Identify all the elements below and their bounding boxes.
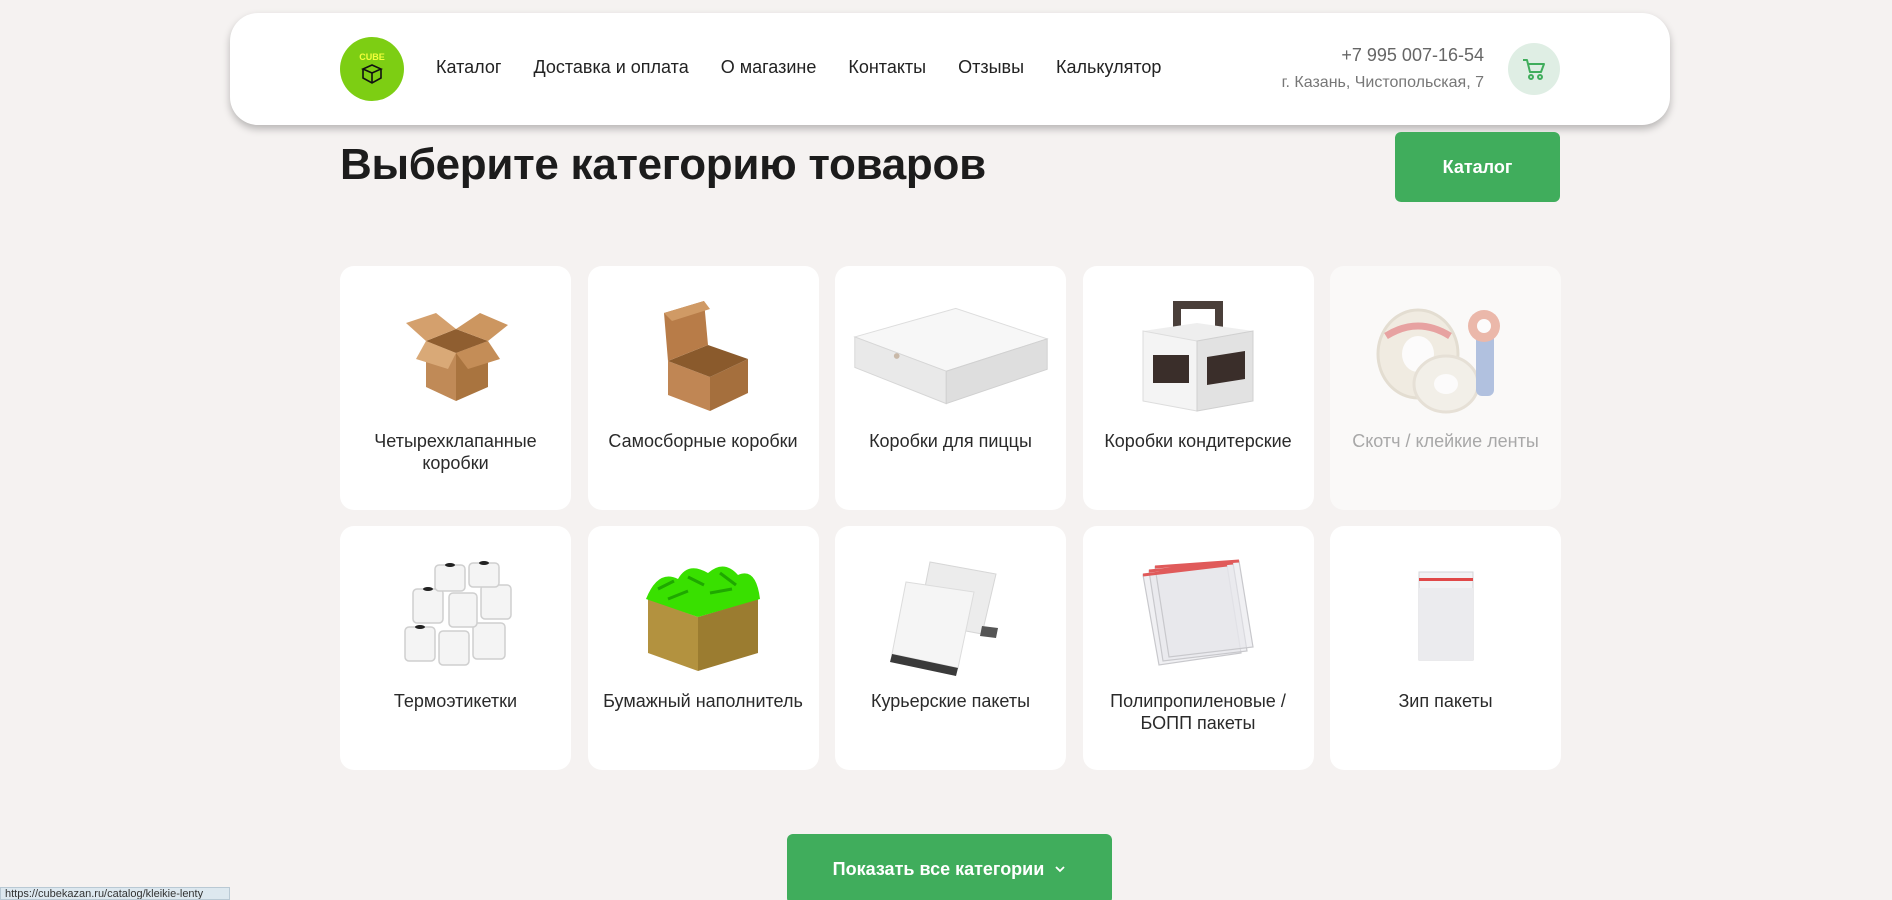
nav-delivery[interactable]: Доставка и оплата	[533, 57, 688, 78]
category-label: Самосборные коробки	[608, 431, 798, 451]
nav-contacts[interactable]: Контакты	[848, 57, 926, 78]
cart-icon	[1523, 59, 1545, 80]
category-label: Полипропиленовые / БОПП пакеты	[1110, 691, 1286, 733]
category-card[interactable]: Курьерские пакеты	[835, 526, 1066, 770]
zip-bag-icon	[1346, 556, 1546, 676]
category-label: Зип пакеты	[1398, 691, 1493, 711]
page-title: Выберите категорию товаров	[340, 140, 986, 189]
category-card[interactable]: Термоэтикетки	[340, 526, 571, 770]
show-all-label: Показать все категории	[832, 858, 1045, 879]
paper-filler-icon	[603, 556, 803, 676]
category-label: Коробки кондитерские	[1104, 431, 1292, 451]
category-card[interactable]: Самосборные коробки	[587, 266, 819, 510]
category-label: Курьерские пакеты	[870, 691, 1031, 711]
category-card[interactable]: Коробки кондитерские	[1082, 266, 1314, 510]
status-bar-url: https://cubekazan.ru/catalog/kleikie-len…	[0, 887, 230, 900]
cake-box-icon	[1098, 296, 1298, 416]
phone-link[interactable]: +7 995 007-16-54	[1282, 45, 1484, 66]
category-card[interactable]: Полипропиленовые / БОПП пакеты	[1082, 526, 1314, 770]
category-card[interactable]: Скотч / клейкие ленты	[1330, 266, 1561, 510]
nav-catalog[interactable]: Каталог	[436, 57, 501, 78]
pizza-box-icon	[851, 296, 1051, 416]
bopp-bags-icon	[1098, 556, 1298, 676]
category-label: Скотч / клейкие ленты	[1352, 431, 1539, 451]
cart-button[interactable]	[1508, 43, 1560, 95]
catalog-button[interactable]: Каталог	[1395, 132, 1560, 202]
category-grid: Четырехклапанные коробки Самосборные кор…	[340, 266, 1561, 770]
tape-icon	[1346, 296, 1546, 416]
main-nav: Каталог Доставка и оплата О магазине Кон…	[436, 57, 1193, 78]
category-card[interactable]: Зип пакеты	[1330, 526, 1561, 770]
category-card[interactable]: Бумажный наполнитель	[587, 526, 819, 770]
nav-reviews[interactable]: Отзывы	[958, 57, 1024, 78]
logo-text: CUBE	[359, 52, 385, 62]
category-card[interactable]: Четырехклапанные коробки	[340, 266, 571, 510]
contacts-block: +7 995 007-16-54 г. Казань, Чистопольска…	[1282, 45, 1484, 92]
label-rolls-icon	[356, 556, 556, 676]
logo[interactable]: CUBE	[340, 37, 404, 101]
address-text: г. Казань, Чистопольская, 7	[1281, 74, 1484, 91]
courier-bags-icon	[851, 556, 1051, 676]
category-label: Термоэтикетки	[393, 691, 518, 711]
site-header: CUBE Каталог Доставка и оплата О магазин…	[230, 13, 1670, 125]
category-label: Четырехклапанные коробки	[374, 431, 537, 473]
mailer-box-icon	[603, 296, 803, 416]
cube-logo-icon	[361, 64, 383, 84]
category-label: Бумажный наполнитель	[603, 691, 803, 711]
nav-calculator[interactable]: Калькулятор	[1056, 57, 1161, 78]
category-label: Коробки для пиццы	[869, 431, 1032, 451]
nav-about[interactable]: О магазине	[721, 57, 817, 78]
category-card[interactable]: Коробки для пиццы	[835, 266, 1066, 510]
show-all-categories-button[interactable]: Показать все категории	[787, 834, 1112, 900]
chevron-down-icon	[1055, 866, 1065, 873]
open-box-icon	[356, 296, 556, 416]
